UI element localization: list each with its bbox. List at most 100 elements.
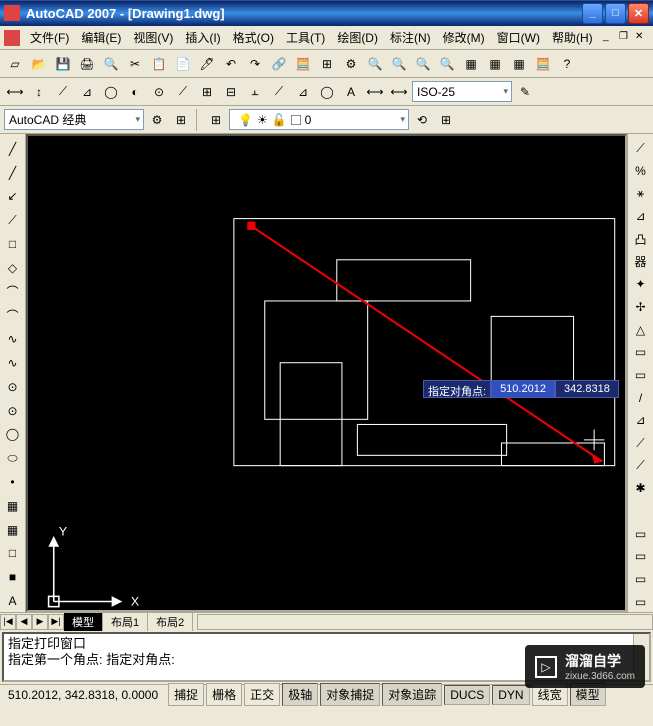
std-tool-8[interactable]: 🖊 <box>196 53 218 75</box>
std-tool-1[interactable]: 📂 <box>28 53 50 75</box>
std-tool-14[interactable]: ⚙ <box>340 53 362 75</box>
draw-tool-7[interactable]: ⌒ <box>2 305 24 327</box>
std-tool-4[interactable]: 🔍 <box>100 53 122 75</box>
dim-tool-14[interactable]: A <box>340 81 362 103</box>
modify-tool-4[interactable]: 凸 <box>630 229 652 250</box>
std-tool-13[interactable]: ⊞ <box>316 53 338 75</box>
status-osnap[interactable]: 对象捕捉 <box>320 683 380 706</box>
draw-tool-0[interactable]: ╱ <box>2 138 24 160</box>
canvas-svg[interactable]: X Y <box>28 136 625 610</box>
modify-tool-11[interactable]: / <box>630 387 652 408</box>
draw-tool-2[interactable]: ↙ <box>2 186 24 208</box>
mdi-icon[interactable] <box>4 30 20 46</box>
dim-tool-3[interactable]: ⊿ <box>76 81 98 103</box>
modify-tool-17[interactable]: ▭ <box>630 523 652 544</box>
workspace-settings-icon[interactable]: ⚙ <box>146 109 168 131</box>
status-polar[interactable]: 极轴 <box>282 683 318 706</box>
maximize-button[interactable]: □ <box>605 3 626 24</box>
draw-tool-6[interactable]: ⌒ <box>2 281 24 303</box>
status-coords[interactable]: 510.2012, 342.8318, 0.0000 <box>0 688 166 702</box>
dyn-input-y[interactable]: 342.8318 <box>555 380 619 398</box>
draw-tool-15[interactable]: ▦ <box>2 495 24 517</box>
draw-tool-1[interactable]: ╱ <box>2 162 24 184</box>
std-tool-5[interactable]: ✂ <box>124 53 146 75</box>
dyn-input-x[interactable]: 510.2012 <box>491 380 555 398</box>
draw-tool-11[interactable]: ⊙ <box>2 400 24 422</box>
menu-window[interactable]: 窗口(W) <box>491 27 546 48</box>
dim-tool-5[interactable]: ◐ <box>124 81 146 103</box>
dim-edit-icon[interactable]: ✎ <box>514 81 536 103</box>
modify-tool-16[interactable] <box>630 501 652 522</box>
std-tool-20[interactable]: ▦ <box>484 53 506 75</box>
std-tool-0[interactable]: ▱ <box>4 53 26 75</box>
modify-tool-12[interactable]: ⊿ <box>630 410 652 431</box>
draw-tool-13[interactable]: ⬭ <box>2 447 24 469</box>
modify-tool-14[interactable]: ⟋ <box>630 455 652 476</box>
layer-combo[interactable]: 💡 ☀ 🔓 0 <box>229 109 409 130</box>
draw-tool-19[interactable]: A <box>2 590 24 612</box>
menu-modify[interactable]: 修改(M) <box>437 27 491 48</box>
std-tool-10[interactable]: ↷ <box>244 53 266 75</box>
tab-layout2[interactable]: 布局2 <box>148 612 193 631</box>
draw-tool-10[interactable]: ⊙ <box>2 376 24 398</box>
menu-edit[interactable]: 编辑(E) <box>75 27 127 48</box>
modify-tool-10[interactable]: ▭ <box>630 365 652 386</box>
dim-tool-7[interactable]: ⟋ <box>172 81 194 103</box>
dim-tool-1[interactable]: ↕ <box>28 81 50 103</box>
status-otrack[interactable]: 对象追踪 <box>382 683 442 706</box>
dim-tool-8[interactable]: ⊞ <box>196 81 218 103</box>
modify-tool-3[interactable]: ⊿ <box>630 206 652 227</box>
std-tool-15[interactable]: 🔍 <box>364 53 386 75</box>
menu-draw[interactable]: 绘图(D) <box>331 27 384 48</box>
dim-tool-10[interactable]: ⫠ <box>244 81 266 103</box>
draw-tool-14[interactable]: • <box>2 471 24 493</box>
dim-tool-15[interactable]: ⟷ <box>364 81 386 103</box>
modify-tool-20[interactable]: ▭ <box>630 591 652 612</box>
tab-nav-prev[interactable]: ◀ <box>16 614 32 630</box>
menu-tools[interactable]: 工具(T) <box>280 27 331 48</box>
std-tool-19[interactable]: ▦ <box>460 53 482 75</box>
workspace-grid-icon[interactable]: ⊞ <box>170 109 192 131</box>
status-dyn[interactable]: DYN <box>492 685 529 705</box>
modify-tool-13[interactable]: ⟋ <box>630 433 652 454</box>
modify-tool-15[interactable]: ✱ <box>630 478 652 499</box>
std-tool-2[interactable]: 💾 <box>52 53 74 75</box>
modify-tool-6[interactable]: ✦ <box>630 274 652 295</box>
mdi-close[interactable]: ✕ <box>635 31 649 45</box>
workspace-combo[interactable]: AutoCAD 经典 <box>4 109 144 130</box>
modify-tool-5[interactable]: 器 <box>630 251 652 272</box>
draw-tool-8[interactable]: ∿ <box>2 328 24 350</box>
layer-previous-icon[interactable]: ⟲ <box>411 109 433 131</box>
tab-nav-next[interactable]: ▶ <box>32 614 48 630</box>
layer-states-icon[interactable]: ⊞ <box>435 109 457 131</box>
modify-tool-2[interactable]: ⚹ <box>630 183 652 204</box>
draw-tool-16[interactable]: ▦ <box>2 519 24 541</box>
status-ducs[interactable]: DUCS <box>444 685 490 705</box>
minimize-button[interactable]: _ <box>582 3 603 24</box>
modify-tool-7[interactable]: ✢ <box>630 297 652 318</box>
draw-tool-4[interactable]: □ <box>2 233 24 255</box>
std-tool-18[interactable]: 🔍 <box>436 53 458 75</box>
draw-tool-5[interactable]: ◇ <box>2 257 24 279</box>
hscrollbar[interactable] <box>197 614 653 630</box>
modify-tool-18[interactable]: ▭ <box>630 546 652 567</box>
dim-tool-2[interactable]: ⟋ <box>52 81 74 103</box>
menu-format[interactable]: 格式(O) <box>227 27 280 48</box>
dim-tool-4[interactable]: ◯ <box>100 81 122 103</box>
menu-view[interactable]: 视图(V) <box>127 27 179 48</box>
dim-tool-6[interactable]: ⊙ <box>148 81 170 103</box>
tab-layout1[interactable]: 布局1 <box>103 612 148 631</box>
dim-tool-9[interactable]: ⊟ <box>220 81 242 103</box>
mdi-restore[interactable]: ❐ <box>619 31 633 45</box>
std-tool-11[interactable]: 🔗 <box>268 53 290 75</box>
draw-tool-9[interactable]: ∿ <box>2 352 24 374</box>
modify-tool-19[interactable]: ▭ <box>630 569 652 590</box>
std-tool-17[interactable]: 🔍 <box>412 53 434 75</box>
std-tool-21[interactable]: ▦ <box>508 53 530 75</box>
status-snap[interactable]: 捕捉 <box>168 683 204 706</box>
draw-tool-12[interactable]: ◯ <box>2 424 24 446</box>
std-tool-22[interactable]: 🧮 <box>532 53 554 75</box>
status-ortho[interactable]: 正交 <box>244 683 280 706</box>
modify-tool-0[interactable]: ⟋ <box>630 138 652 159</box>
menu-help[interactable]: 帮助(H) <box>546 27 599 48</box>
